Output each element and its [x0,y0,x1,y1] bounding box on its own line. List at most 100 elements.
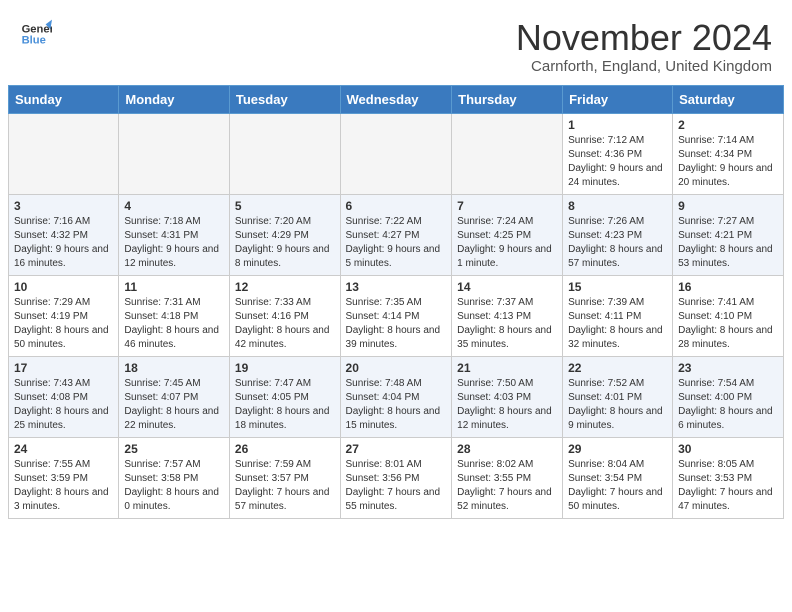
day-number: 12 [235,280,335,294]
calendar-cell: 21 Sunrise: 7:50 AM Sunset: 4:03 PM Dayli… [452,356,563,437]
day-info: Sunrise: 7:52 AM Sunset: 4:01 PM Dayligh… [568,377,667,433]
logo-icon: General Blue [20,18,52,50]
day-info: Sunrise: 7:14 AM Sunset: 4:34 PM Dayligh… [678,134,778,190]
day-number: 6 [346,199,447,213]
calendar-cell [229,113,340,194]
day-info: Sunrise: 8:01 AM Sunset: 3:56 PM Dayligh… [346,458,447,514]
day-info: Sunrise: 7:57 AM Sunset: 3:58 PM Dayligh… [124,458,224,514]
day-info: Sunrise: 7:50 AM Sunset: 4:03 PM Dayligh… [457,377,557,433]
calendar-cell: 27 Sunrise: 8:01 AM Sunset: 3:56 PM Dayli… [340,437,452,518]
calendar-cell: 9Sunrise: 7:27 AM Sunset: 4:21 PM Daylig… [673,194,784,275]
day-number: 19 [235,361,335,375]
col-monday: Monday [119,85,230,113]
day-info: Sunrise: 7:43 AM Sunset: 4:08 PM Dayligh… [14,377,113,433]
day-info: Sunrise: 7:26 AM Sunset: 4:23 PM Dayligh… [568,215,667,271]
calendar-cell: 17Sunrise: 7:43 AM Sunset: 4:08 PM Dayli… [9,356,119,437]
day-info: Sunrise: 7:29 AM Sunset: 4:19 PM Dayligh… [14,296,113,352]
calendar-cell: 6Sunrise: 7:22 AM Sunset: 4:27 PM Daylig… [340,194,452,275]
day-number: 8 [568,199,667,213]
day-number: 3 [14,199,113,213]
calendar-cell: 22 Sunrise: 7:52 AM Sunset: 4:01 PM Dayli… [563,356,673,437]
calendar-cell: 23 Sunrise: 7:54 AM Sunset: 4:00 PM Dayli… [673,356,784,437]
day-number: 2 [678,118,778,132]
day-info: Sunrise: 7:20 AM Sunset: 4:29 PM Dayligh… [235,215,335,271]
calendar-cell: 14 Sunrise: 7:37 AM Sunset: 4:13 PM Dayli… [452,275,563,356]
header: General Blue November 2024 Carnforth, En… [0,0,792,85]
day-info: Sunrise: 7:54 AM Sunset: 4:00 PM Dayligh… [678,377,778,433]
col-friday: Friday [563,85,673,113]
calendar-cell: 15Sunrise: 7:39 AM Sunset: 4:11 PM Dayli… [563,275,673,356]
day-info: Sunrise: 8:02 AM Sunset: 3:55 PM Dayligh… [457,458,557,514]
day-info: Sunrise: 7:47 AM Sunset: 4:05 PM Dayligh… [235,377,335,433]
day-info: Sunrise: 7:35 AM Sunset: 4:14 PM Dayligh… [346,296,447,352]
day-number: 20 [346,361,447,375]
calendar-cell: 20 Sunrise: 7:48 AM Sunset: 4:04 PM Dayli… [340,356,452,437]
day-info: Sunrise: 7:41 AM Sunset: 4:10 PM Dayligh… [678,296,778,352]
day-info: Sunrise: 7:18 AM Sunset: 4:31 PM Dayligh… [124,215,224,271]
day-info: Sunrise: 8:04 AM Sunset: 3:54 PM Dayligh… [568,458,667,514]
day-number: 23 [678,361,778,375]
calendar-week-4: 17Sunrise: 7:43 AM Sunset: 4:08 PM Dayli… [9,356,784,437]
day-info: Sunrise: 7:37 AM Sunset: 4:13 PM Dayligh… [457,296,557,352]
calendar-cell [452,113,563,194]
calendar-cell [340,113,452,194]
day-info: Sunrise: 7:33 AM Sunset: 4:16 PM Dayligh… [235,296,335,352]
day-number: 28 [457,442,557,456]
calendar-cell: 7Sunrise: 7:24 AM Sunset: 4:25 PM Daylig… [452,194,563,275]
day-number: 30 [678,442,778,456]
calendar-wrap: Sunday Monday Tuesday Wednesday Thursday… [0,85,792,527]
day-number: 13 [346,280,447,294]
calendar-cell [9,113,119,194]
title-section: November 2024 Carnforth, England, United… [516,18,772,75]
calendar-cell: 29 Sunrise: 8:04 AM Sunset: 3:54 PM Dayli… [563,437,673,518]
day-number: 14 [457,280,557,294]
day-number: 29 [568,442,667,456]
calendar-cell: 30 Sunrise: 8:05 AM Sunset: 3:53 PM Dayli… [673,437,784,518]
day-info: Sunrise: 7:48 AM Sunset: 4:04 PM Dayligh… [346,377,447,433]
calendar-cell: 26Sunrise: 7:59 AM Sunset: 3:57 PM Dayli… [229,437,340,518]
day-number: 22 [568,361,667,375]
day-info: Sunrise: 7:27 AM Sunset: 4:21 PM Dayligh… [678,215,778,271]
day-number: 11 [124,280,224,294]
day-number: 7 [457,199,557,213]
logo: General Blue [20,18,52,50]
col-tuesday: Tuesday [229,85,340,113]
calendar-cell: 1 Sunrise: 7:12 AM Sunset: 4:36 PM Daylig… [563,113,673,194]
location: Carnforth, England, United Kingdom [516,58,772,75]
day-number: 18 [124,361,224,375]
calendar-cell: 10Sunrise: 7:29 AM Sunset: 4:19 PM Dayli… [9,275,119,356]
day-info: Sunrise: 7:59 AM Sunset: 3:57 PM Dayligh… [235,458,335,514]
day-info: Sunrise: 7:31 AM Sunset: 4:18 PM Dayligh… [124,296,224,352]
day-info: Sunrise: 8:05 AM Sunset: 3:53 PM Dayligh… [678,458,778,514]
calendar-cell: 8 Sunrise: 7:26 AM Sunset: 4:23 PM Daylig… [563,194,673,275]
calendar-cell: 13 Sunrise: 7:35 AM Sunset: 4:14 PM Dayli… [340,275,452,356]
calendar-cell: 2 Sunrise: 7:14 AM Sunset: 4:34 PM Daylig… [673,113,784,194]
calendar-week-2: 3Sunrise: 7:16 AM Sunset: 4:32 PM Daylig… [9,194,784,275]
day-number: 16 [678,280,778,294]
col-sunday: Sunday [9,85,119,113]
svg-text:Blue: Blue [22,35,46,47]
calendar-cell: 3Sunrise: 7:16 AM Sunset: 4:32 PM Daylig… [9,194,119,275]
calendar-cell: 16 Sunrise: 7:41 AM Sunset: 4:10 PM Dayli… [673,275,784,356]
day-number: 4 [124,199,224,213]
calendar-cell: 18Sunrise: 7:45 AM Sunset: 4:07 PM Dayli… [119,356,230,437]
calendar-cell: 12 Sunrise: 7:33 AM Sunset: 4:16 PM Dayli… [229,275,340,356]
calendar-header-row: Sunday Monday Tuesday Wednesday Thursday… [9,85,784,113]
calendar-table: Sunday Monday Tuesday Wednesday Thursday… [8,85,784,519]
day-number: 1 [568,118,667,132]
calendar-cell: 4 Sunrise: 7:18 AM Sunset: 4:31 PM Daylig… [119,194,230,275]
calendar-cell: 11 Sunrise: 7:31 AM Sunset: 4:18 PM Dayli… [119,275,230,356]
calendar-week-5: 24 Sunrise: 7:55 AM Sunset: 3:59 PM Dayli… [9,437,784,518]
day-number: 27 [346,442,447,456]
day-number: 15 [568,280,667,294]
day-info: Sunrise: 7:12 AM Sunset: 4:36 PM Dayligh… [568,134,667,190]
calendar-cell [119,113,230,194]
calendar-week-1: 1 Sunrise: 7:12 AM Sunset: 4:36 PM Daylig… [9,113,784,194]
calendar-cell: 24 Sunrise: 7:55 AM Sunset: 3:59 PM Dayli… [9,437,119,518]
col-saturday: Saturday [673,85,784,113]
day-number: 21 [457,361,557,375]
col-wednesday: Wednesday [340,85,452,113]
day-number: 24 [14,442,113,456]
col-thursday: Thursday [452,85,563,113]
day-info: Sunrise: 7:55 AM Sunset: 3:59 PM Dayligh… [14,458,113,514]
